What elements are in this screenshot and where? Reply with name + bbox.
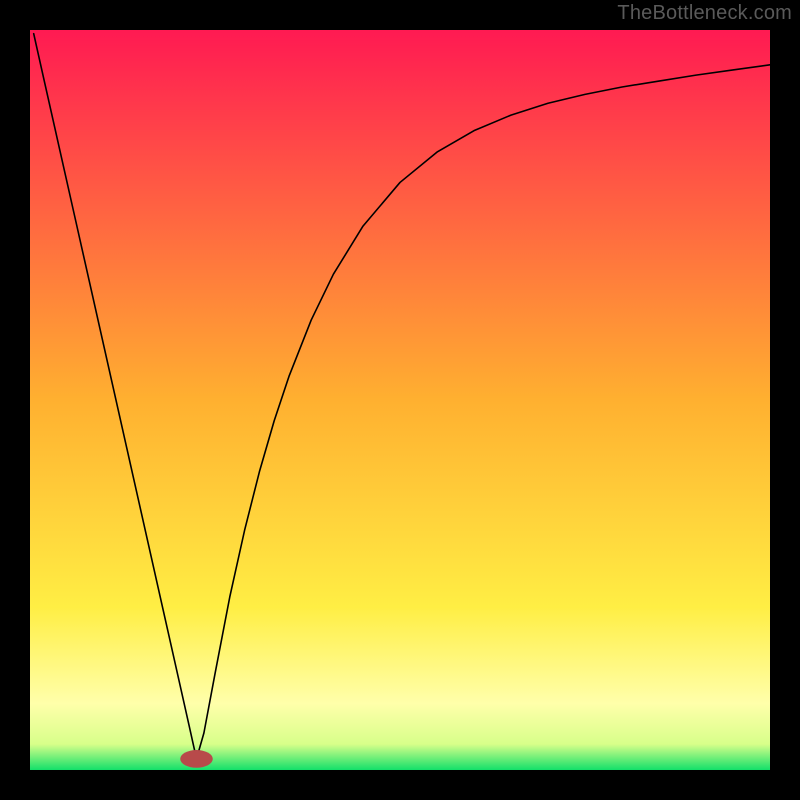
watermark-text: TheBottleneck.com: [617, 2, 792, 25]
chart-frame: TheBottleneck.com: [0, 0, 800, 800]
gradient-background: [30, 30, 770, 770]
plot-area: [30, 30, 770, 770]
minimum-marker: [180, 750, 213, 768]
chart-svg: [30, 30, 770, 770]
